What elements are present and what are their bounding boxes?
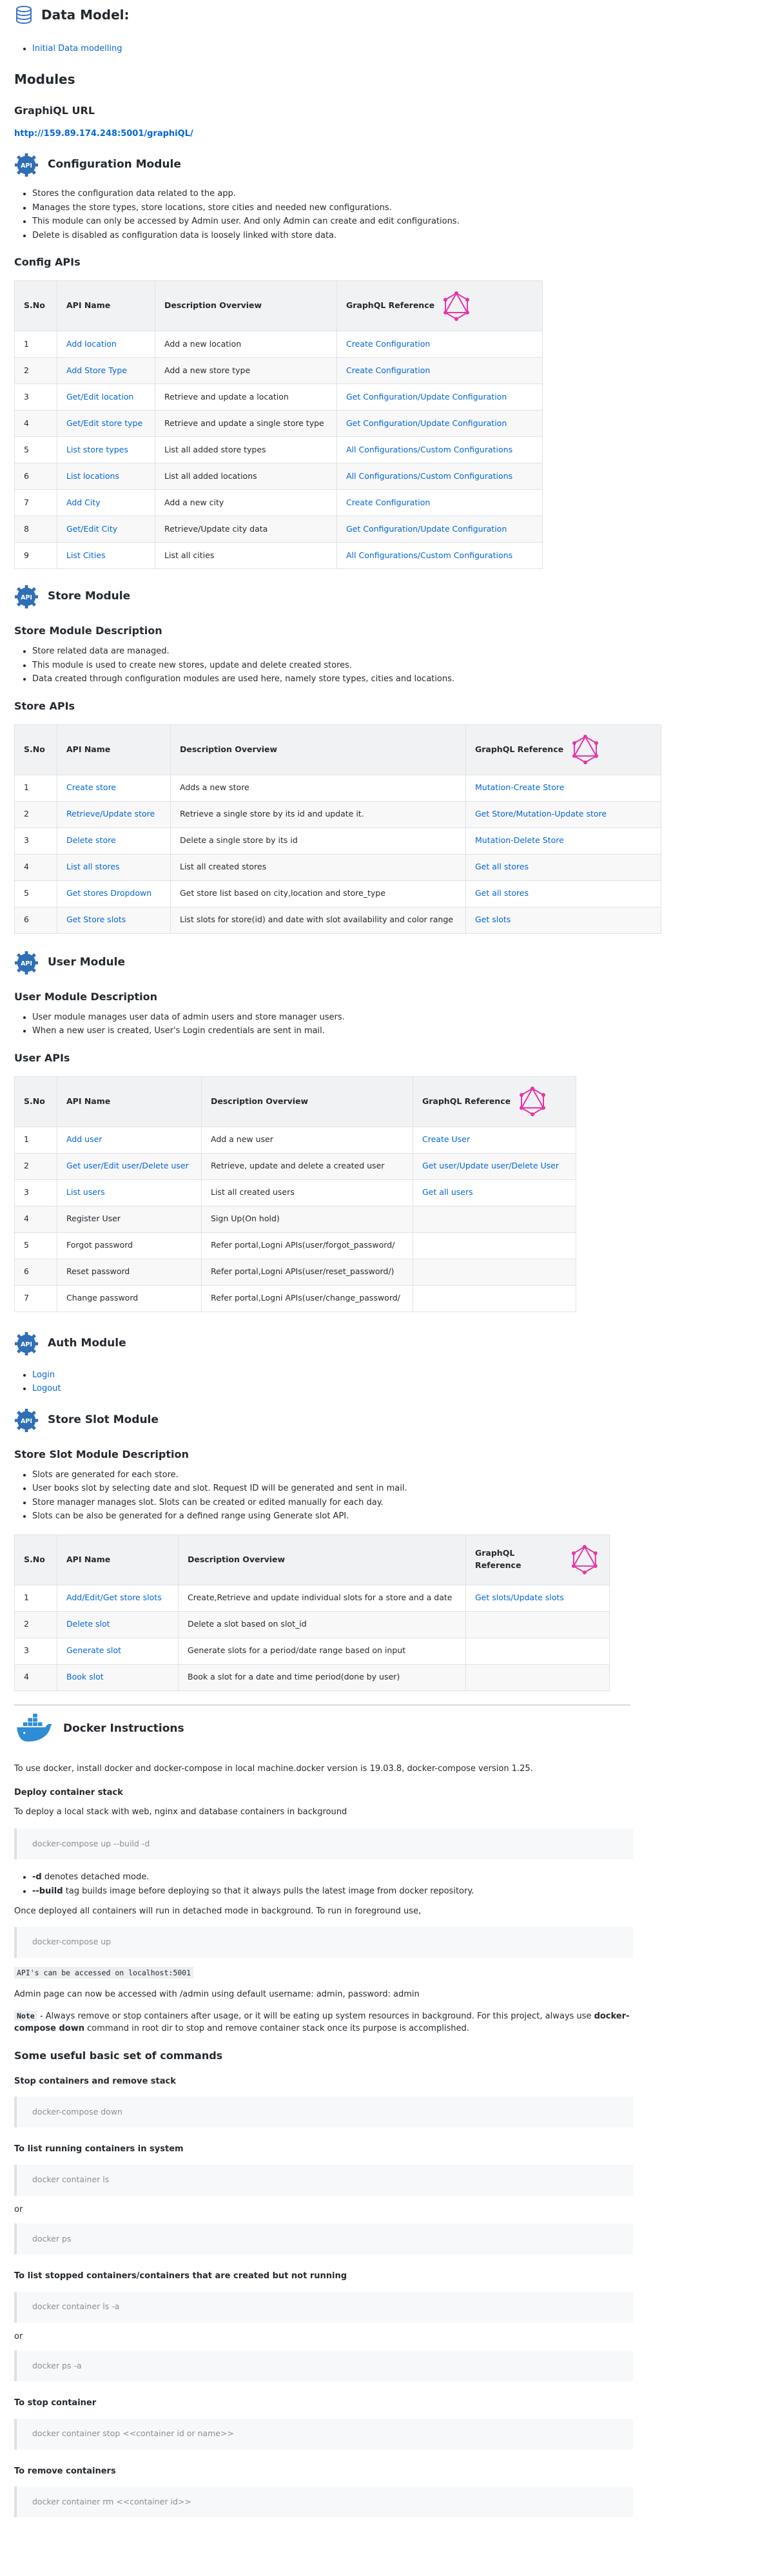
graphql-logo-icon [572, 1545, 598, 1574]
docker-whale-icon [17, 1713, 52, 1741]
login-link[interactable]: Login [32, 1370, 55, 1380]
foreground-text: Once deployed all containers will run in… [14, 1906, 422, 1916]
config-apis-table: S.No API Name Description Overview Graph… [14, 280, 543, 569]
deploy-text: To deploy a local stack with web, nginx … [14, 1806, 347, 1817]
table-row: 6 List locations List all added locations A… [14, 463, 543, 490]
svg-text:API: API [21, 1341, 32, 1348]
code-block: docker container rm <<container id>> [14, 2486, 633, 2517]
list-running-heading: To list running containers in system [14, 2144, 184, 2154]
graphiql-url-link[interactable]: http://159.89.174.248:5001/graphiQL/ [14, 129, 193, 139]
table-row: 1 Create store Adds a new store Mutation-Cr… [14, 774, 661, 802]
or-text: or [14, 2331, 23, 2341]
table-row: 9 List Cities List all cities All Configura… [14, 542, 543, 569]
code-block: docker-compose down [14, 2097, 633, 2127]
config-apis-heading: Config APIs [14, 256, 81, 268]
code-block: docker container stop <<container id or … [14, 2418, 633, 2450]
docker-heading: Docker Instructions [14, 1713, 630, 1745]
user-module-heading: API User Module [14, 951, 630, 975]
table-row: 6 Reset password Refer portal,Logni APIs(u… [14, 1258, 576, 1286]
config-module-heading: API Configuration Module [14, 153, 630, 177]
table-row: 7 Add City Add a new city Create Configurat… [14, 489, 543, 516]
graphql-logo-icon [572, 735, 599, 764]
table-row: 7 Change password Refer portal,Logni APIs(… [14, 1284, 576, 1312]
table-row: 2 Retrieve/Update store Retrieve a single … [14, 800, 661, 828]
api-gear-icon: API [14, 585, 39, 609]
store-apis-heading: Store APIs [14, 699, 75, 712]
user-apis-table: S.No API Name Description Overview Graph… [14, 1076, 576, 1312]
flags-list: -d denotes detached mode. --build tag bu… [14, 1871, 630, 1897]
table-row: 1 Add/Edit/Get store slots Create,Retrieve… [14, 1584, 610, 1612]
api-gear-icon: API [14, 1408, 39, 1432]
list-stopped-heading: To list stopped containers/containers th… [14, 2271, 347, 2281]
table-row: 5 List store types List all added store ty… [14, 436, 543, 463]
code-block: docker ps [14, 2223, 633, 2254]
config-module-bullets: Stores the configuration data related to… [14, 188, 630, 242]
auth-module-list: Login Logout [14, 1369, 630, 1395]
api-gear-icon: API [14, 153, 39, 177]
store-module-desc-heading: Store Module Description [14, 625, 162, 637]
initial-data-modelling-link[interactable]: Initial Data modelling [32, 44, 122, 53]
table-row: 6 Get Store slots List slots for store(id)… [14, 906, 661, 934]
svg-text:API: API [21, 594, 32, 601]
remove-container-heading: To remove containers [14, 2466, 116, 2476]
code-block: docker ps -a [14, 2350, 633, 2381]
table-row: 3 Generate slot Generate slots for a perio… [14, 1637, 610, 1665]
svg-text:API: API [21, 1417, 32, 1424]
commands-heading: Some useful basic set of commands [14, 2049, 223, 2062]
table-row: 3 List users List all created users Get all… [14, 1179, 576, 1206]
docker-intro: To use docker, install docker and docker… [14, 1763, 533, 1774]
api-gear-icon: API [14, 951, 39, 974]
svg-text:API: API [21, 162, 32, 169]
code-block: docker-compose up --build -d [14, 1828, 633, 1859]
table-row: 1 Add location Add a new location Create Co… [14, 331, 543, 358]
table-row: 2 Get user/Edit user/Delete user Retrieve,… [14, 1152, 576, 1180]
table-row: 4 Register User Sign Up(On hold) [14, 1205, 576, 1233]
code-block: docker container ls -a [14, 2291, 633, 2323]
slot-module-desc-heading: Store Slot Module Description [14, 1448, 189, 1460]
store-module-bullets: Store related data are managed. This mod… [14, 645, 630, 686]
api-access-code: API's can be accessed on localhost:5001 [14, 1966, 194, 1979]
modules-heading: Modules [14, 71, 75, 87]
stop-remove-heading: Stop containers and remove stack [14, 2076, 176, 2086]
code-block: docker container ls [14, 2164, 633, 2196]
user-apis-heading: User APIs [14, 1051, 70, 1064]
graphql-logo-icon [443, 291, 470, 321]
slot-module-bullets: Slots are generated for each store. User… [14, 1469, 630, 1523]
code-block: docker-compose up [14, 1926, 633, 1958]
note-paragraph: Note - Always remove or stop containers … [14, 2010, 630, 2033]
database-icon [16, 6, 32, 24]
user-module-desc-heading: User Module Description [14, 990, 157, 1003]
auth-module-heading: API Auth Module [14, 1332, 630, 1356]
table-row: 3 Get/Edit location Retrieve and update a … [14, 383, 543, 411]
api-gear-icon: API [14, 1332, 39, 1355]
svg-text:API: API [21, 960, 32, 967]
slot-module-heading: API Store Slot Module [14, 1408, 630, 1433]
logout-link[interactable]: Logout [32, 1384, 61, 1393]
data-model-list: Initial Data modelling [14, 43, 630, 55]
store-module-heading: API Store Module [14, 585, 630, 609]
deploy-heading: Deploy container stack [14, 1788, 123, 1797]
user-module-bullets: User module manages user data of admin u… [14, 1011, 630, 1038]
table-row: 2 Delete slot Delete a slot based on slot_… [14, 1611, 610, 1638]
table-row: 2 Add Store Type Add a new store type Creat… [14, 357, 543, 384]
store-apis-table: S.No API Name Description Overview Graph… [14, 724, 661, 934]
table-row: 4 Get/Edit store type Retrieve and update … [14, 410, 543, 437]
table-row: 4 Book slot Book a slot for a date and tim… [14, 1663, 610, 1691]
slot-apis-table: S.No API Name Description Overview Graph… [14, 1534, 610, 1691]
admin-text: Admin page can now be accessed with /adm… [14, 1990, 420, 1999]
table-row: 4 List all stores List all created stores G… [14, 853, 661, 881]
graphql-logo-icon [520, 1087, 546, 1116]
stop-container-heading: To stop container [14, 2398, 97, 2408]
graphiql-heading: GraphiQL URL [14, 104, 95, 117]
data-model-heading: Data Model: [14, 5, 630, 24]
table-row: 1 Add user Add a new user Create User [14, 1126, 576, 1154]
table-row: 3 Delete store Delete a single store by it… [14, 827, 661, 855]
table-row: 8 Get/Edit City Retrieve/Update city data G… [14, 516, 543, 543]
or-text: or [14, 2204, 23, 2214]
table-row: 5 Get stores Dropdown Get store list based… [14, 880, 661, 907]
table-row: 5 Forgot password Refer portal,Logni APIs(… [14, 1232, 576, 1259]
